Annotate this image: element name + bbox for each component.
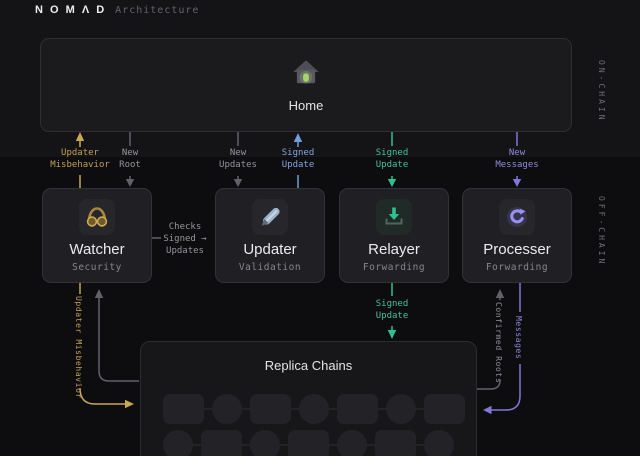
relayer-subtitle: Forwarding bbox=[362, 261, 426, 273]
chain-node bbox=[299, 394, 329, 424]
edge-label-signed-update-bottom: Signed Update bbox=[375, 299, 409, 321]
page-title: Architecture bbox=[115, 5, 200, 16]
off-chain-section-label: OFF-CHAIN bbox=[597, 196, 606, 267]
chain-block bbox=[250, 394, 291, 424]
chain-block bbox=[375, 430, 416, 456]
chain-block bbox=[424, 394, 465, 424]
watcher-title: Watcher bbox=[69, 240, 125, 258]
processer-title: Processer bbox=[483, 240, 551, 258]
updater-node: Updater Validation bbox=[215, 188, 325, 283]
on-chain-section-label: ON-CHAIN bbox=[597, 60, 606, 123]
chain-block bbox=[337, 394, 378, 424]
home-node: Home bbox=[40, 38, 572, 132]
updater-title: Updater bbox=[243, 240, 297, 258]
brand-logo: N O M Λ D bbox=[35, 4, 107, 16]
updater-subtitle: Validation bbox=[238, 261, 302, 273]
processer-node: Processer Forwarding bbox=[462, 188, 572, 283]
home-icon bbox=[291, 57, 321, 92]
refresh-icon bbox=[499, 199, 535, 235]
watcher-node: Watcher Security bbox=[42, 188, 152, 283]
relayer-title: Relayer bbox=[368, 240, 420, 258]
chain-row bbox=[141, 430, 476, 456]
pen-icon bbox=[252, 199, 288, 235]
chain-block bbox=[201, 430, 242, 456]
relayer-node: Relayer Forwarding bbox=[339, 188, 449, 283]
edge-label-messages: Messages bbox=[514, 316, 523, 360]
edge-label-updater-misbehavior-bottom: Updater Misbehavior bbox=[74, 296, 83, 399]
edge-label-signed-update-up: Signed Update bbox=[281, 148, 315, 170]
chain-node bbox=[386, 394, 416, 424]
glasses-icon bbox=[79, 199, 115, 235]
header: N O M Λ D Architecture bbox=[35, 4, 199, 16]
chain-node bbox=[212, 394, 242, 424]
edge-label-confirmed-roots: Confirmed Roots bbox=[494, 302, 503, 384]
chain-node bbox=[337, 430, 367, 456]
chain-block bbox=[163, 394, 204, 424]
chain-node bbox=[250, 430, 280, 456]
edge-label-new-updates: New Updates bbox=[219, 148, 257, 170]
edge-label-signed-update-down: Signed Update bbox=[375, 148, 409, 170]
home-node-label: Home bbox=[288, 98, 324, 113]
inbox-arrow-icon bbox=[376, 198, 412, 235]
edge-label-new-messages: New Messages bbox=[495, 148, 539, 170]
replica-chains-node: Replica Chains bbox=[140, 341, 477, 456]
chain-row bbox=[141, 394, 476, 424]
edge-replica-to-watcher bbox=[94, 289, 139, 382]
chain-block bbox=[288, 430, 329, 456]
nomad-architecture-diagram: N O M Λ D Architecture ON-CHAIN OFF-CHAI… bbox=[0, 0, 640, 456]
chain-node bbox=[163, 430, 193, 456]
edge-label-new-root: New Root bbox=[119, 148, 141, 170]
edge-label-checks-signed-updates: Checks Signed → Updates bbox=[163, 222, 207, 256]
edge-updater-misbehavior-to-replica bbox=[79, 283, 134, 409]
processer-subtitle: Forwarding bbox=[485, 261, 549, 273]
watcher-subtitle: Security bbox=[72, 261, 122, 273]
chain-node bbox=[424, 430, 454, 456]
replica-chains-title: Replica Chains bbox=[264, 358, 353, 373]
